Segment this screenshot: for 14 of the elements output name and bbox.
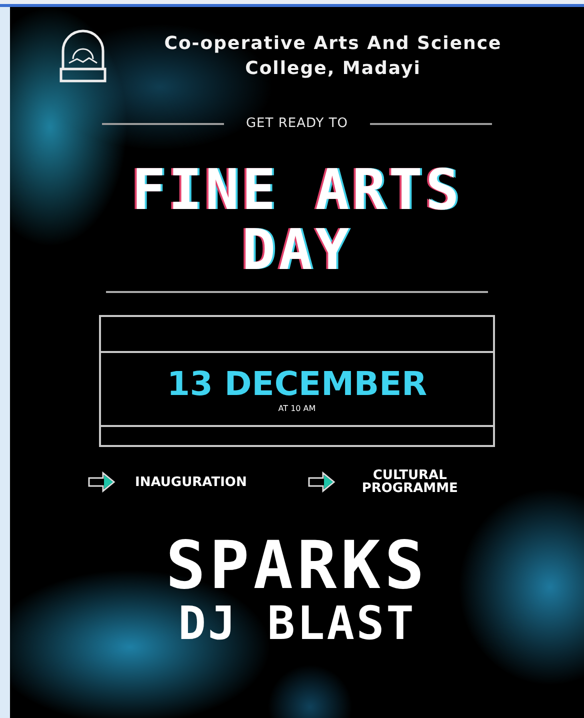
arrow-icon <box>306 471 337 493</box>
event-item: CULTURAL PROGRAMME <box>360 469 459 495</box>
tagline: GET READY TO <box>246 116 348 131</box>
subheadline: DJ BLAST <box>178 599 416 647</box>
event-date: 13 DECEMBER <box>166 366 428 402</box>
arrow-icon <box>87 471 117 493</box>
event-title: DAY <box>242 221 352 281</box>
college-name: Co-operative Arts And Science <box>164 32 502 56</box>
college-logo-icon <box>57 29 109 83</box>
event-time: AT 10 AM <box>278 404 316 412</box>
headline: SPARKS <box>166 533 428 599</box>
event-title: FINE ARTS <box>132 161 462 221</box>
event-item: INAUGURATION <box>135 476 247 488</box>
college-name: College, Madayi <box>245 57 421 81</box>
